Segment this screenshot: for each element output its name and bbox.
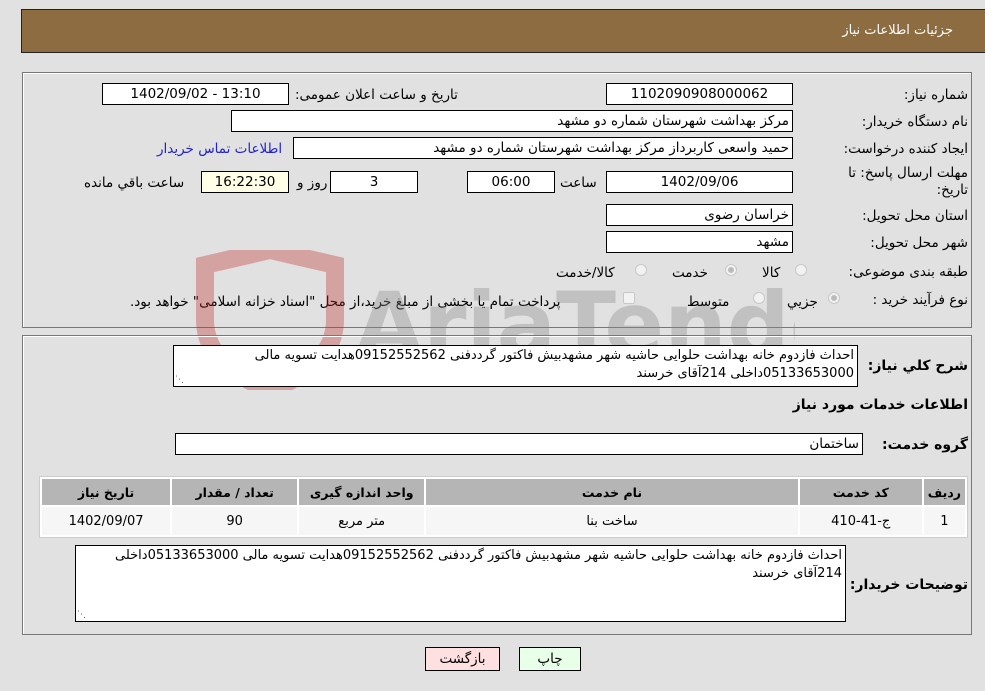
page-title: جزئیات اطلاعات نیاز [842, 23, 953, 38]
process-option-medium: متوسط [687, 294, 730, 310]
process-option-minor: جزيي [787, 294, 818, 310]
col-row: ردیف [923, 479, 965, 505]
services-heading: اطلاعات خدمات مورد نیاز [792, 397, 968, 413]
print-button[interactable]: چاپ [519, 647, 581, 671]
resize-grip-icon[interactable]: ⋰ [77, 611, 86, 620]
cell-service-name: ساخت بنا [426, 507, 798, 535]
deadline-time-label: ساعت [560, 175, 597, 191]
province-field[interactable]: خراسان رضوی [606, 204, 793, 226]
days-remaining-field[interactable]: 3 [330, 171, 418, 193]
col-unit: واحد اندازه گیری [299, 479, 425, 505]
page-header: جزئیات اطلاعات نیاز [21, 9, 985, 53]
creator-label: ایجاد کننده درخواست: [843, 141, 968, 157]
category-label: طبقه بندی موضوعی: [848, 264, 968, 280]
cell-service-code: ج-41-410 [799, 507, 922, 535]
category-radio-goods[interactable] [795, 264, 807, 276]
deadline-label-2: تاریخ: [936, 182, 968, 198]
buyer-notes-textarea[interactable]: احداث فازدوم خانه بهداشت حلوایی حاشیه شه… [75, 545, 846, 622]
announce-label: تاریخ و ساعت اعلان عمومی: [295, 87, 458, 103]
category-radio-goods-service[interactable] [635, 264, 647, 276]
announce-datetime-field[interactable]: 1402/09/02 - 13:10 [102, 83, 289, 105]
service-group-label: گروه خدمت: [882, 437, 968, 453]
process-radio-medium[interactable] [753, 292, 765, 304]
category-option-goods: کالا [762, 265, 781, 281]
table-header-row: ردیف کد خدمت نام خدمت واحد اندازه گیری ت… [42, 479, 965, 505]
deadline-date-field[interactable]: 1402/09/06 [606, 171, 793, 193]
treasury-checkbox[interactable] [623, 292, 635, 304]
time-remaining-label: ساعت باقي مانده [84, 175, 185, 191]
process-radio-minor[interactable] [828, 292, 840, 304]
col-service-name: نام خدمت [426, 479, 798, 505]
col-need-date: تاریخ نیاز [42, 479, 171, 505]
province-label: استان محل تحویل: [862, 208, 968, 224]
resize-grip-icon[interactable]: ⋰ [175, 376, 184, 385]
days-label: روز و [297, 175, 328, 191]
treasury-note: پرداخت تمام یا بخشی از مبلغ خرید،از محل … [130, 294, 561, 310]
city-field[interactable]: مشهد [606, 231, 793, 253]
need-number-field[interactable]: 1102090908000062 [606, 83, 793, 105]
buyer-contact-link[interactable]: اطلاعات تماس خریدار [157, 141, 282, 157]
description-textarea[interactable]: احداث فازدوم خانه بهداشت حلوایی حاشیه شه… [173, 345, 858, 387]
buyer-org-field[interactable]: مرکز بهداشت شهرستان شماره دو مشهد [231, 110, 793, 132]
category-radio-service[interactable] [725, 264, 737, 276]
time-remaining-field[interactable]: 16:22:30 [201, 171, 289, 193]
cell-unit: متر مربع [299, 507, 425, 535]
process-label: نوع فرآیند خرید : [872, 292, 968, 308]
deadline-label: مهلت ارسال پاسخ: تا [848, 165, 968, 181]
need-number-label: شماره نیاز: [903, 87, 968, 103]
service-group-field[interactable]: ساختمان [175, 433, 863, 455]
category-option-goods-service: کالا/خدمت [556, 265, 615, 281]
creator-field[interactable]: حمید واسعی کاربرداز مرکز بهداشت شهرستان … [293, 137, 793, 159]
col-quantity: تعداد / مقدار [172, 479, 298, 505]
col-service-code: کد خدمت [799, 479, 922, 505]
deadline-time-field[interactable]: 06:00 [467, 171, 555, 193]
cell-need-date: 1402/09/07 [42, 507, 171, 535]
buyer-org-label: نام دستگاه خریدار: [861, 114, 968, 130]
cell-quantity: 90 [172, 507, 298, 535]
cell-row: 1 [923, 507, 965, 535]
back-button[interactable]: بازگشت [425, 647, 500, 671]
table-row: 1 ج-41-410 ساخت بنا متر مربع 90 1402/09/… [42, 507, 965, 535]
city-label: شهر محل تحویل: [870, 235, 968, 251]
buyer-notes-label: توضیحات خریدار: [849, 577, 968, 593]
services-table: ردیف کد خدمت نام خدمت واحد اندازه گیری ت… [39, 476, 968, 538]
category-option-service: خدمت [672, 265, 708, 281]
description-label: شرح کلي نياز: [867, 358, 968, 374]
